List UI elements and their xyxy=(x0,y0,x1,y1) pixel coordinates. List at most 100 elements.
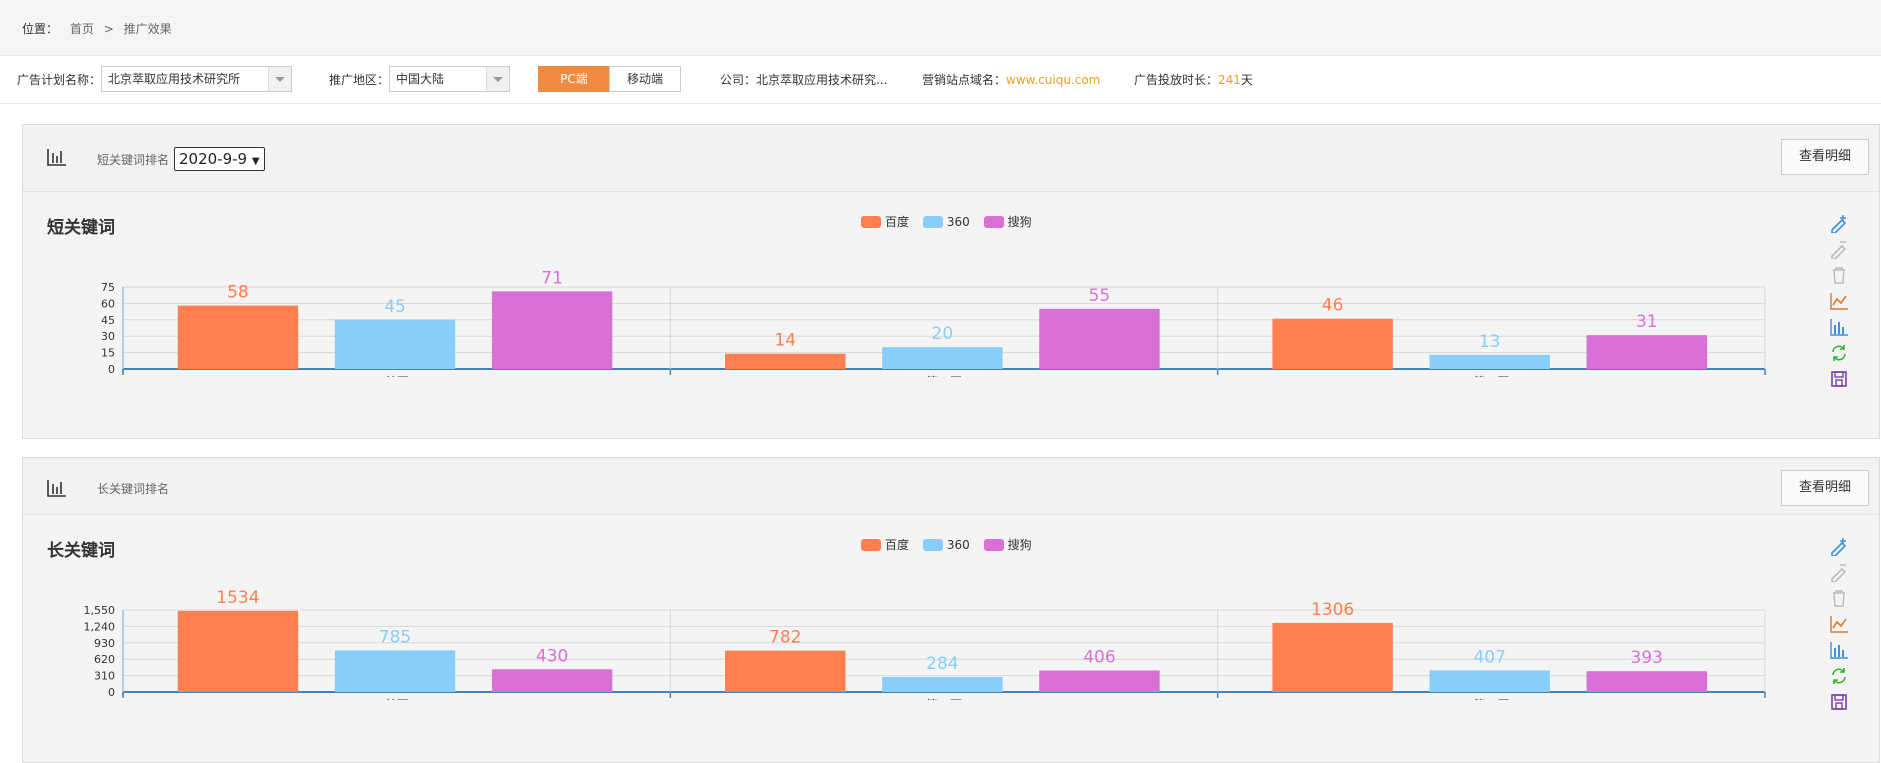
legend-swatch xyxy=(922,216,943,228)
chevron-down-icon: ▼ xyxy=(251,156,260,167)
breadcrumb-separator: > xyxy=(103,22,114,36)
company-value: 北京萃取应用技术研究... xyxy=(756,73,888,87)
short-keyword-panel: 短关键词排名 2020-9-9 ▼ 查看明细 短关键词 百度 360 搜狗 0 1… xyxy=(22,124,1880,439)
legend-label: 百度 xyxy=(885,215,910,229)
save-icon[interactable] xyxy=(1829,369,1849,389)
filter-bar: 广告计划名称： 北京萃取应用技术研究所 推广地区： 中国大陆 PC端 移动端 公… xyxy=(0,56,1881,104)
data-label: 20 xyxy=(932,324,954,344)
line-chart-icon[interactable] xyxy=(1829,614,1849,634)
view-details-button[interactable]: 查看明细 xyxy=(1781,139,1869,175)
region-select[interactable]: 中国大陆 xyxy=(389,66,510,92)
data-label: 430 xyxy=(536,646,568,666)
data-label: 785 xyxy=(379,627,411,647)
platform-pc-button[interactable]: PC端 xyxy=(538,66,610,92)
bar-baidu xyxy=(725,353,846,369)
duration-value: 241 xyxy=(1218,73,1241,87)
duration-label: 广告投放时长： xyxy=(1134,73,1219,87)
breadcrumb-home-link[interactable]: 首页 xyxy=(70,22,94,36)
bar-chart-icon[interactable] xyxy=(1829,317,1849,337)
data-label: 55 xyxy=(1089,286,1111,306)
bar-chart-icon xyxy=(47,149,66,166)
company-label: 公司： xyxy=(720,73,757,87)
y-tick-label: 0 xyxy=(108,363,115,376)
legend-item-sogou[interactable]: 搜狗 xyxy=(983,213,1032,230)
bar-sogou xyxy=(491,669,613,692)
data-label: 393 xyxy=(1631,648,1663,668)
data-label: 1306 xyxy=(1311,600,1354,620)
company-info: 公司：北京萃取应用技术研究... xyxy=(720,68,887,92)
trash-icon xyxy=(1833,267,1845,284)
plan-select-value: 北京萃取应用技术研究所 xyxy=(108,72,241,86)
x-tick-label: 首页 xyxy=(385,375,409,377)
bar-baidu xyxy=(1272,622,1393,692)
bar-sogou xyxy=(1586,335,1707,369)
region-select-value: 中国大陆 xyxy=(396,72,445,86)
trash-icon xyxy=(1833,590,1845,607)
bar-baidu xyxy=(725,650,846,692)
data-label: 406 xyxy=(1083,648,1115,668)
panel-header: 长关键词排名 查看明细 xyxy=(23,458,1879,515)
legend-item-360[interactable]: 360 xyxy=(922,538,970,552)
chevron-down-icon xyxy=(486,67,509,91)
legend-swatch xyxy=(983,216,1004,228)
y-tick-label: 1,550 xyxy=(84,604,116,617)
legend-item-360[interactable]: 360 xyxy=(922,215,970,229)
data-label: 14 xyxy=(774,331,796,351)
legend-label: 搜狗 xyxy=(1007,215,1032,229)
breadcrumb-label: 位置： xyxy=(22,22,59,36)
bar-chart-icon[interactable] xyxy=(1829,640,1849,660)
data-label: 71 xyxy=(541,268,563,288)
legend-swatch xyxy=(861,216,881,228)
data-label: 45 xyxy=(384,297,406,317)
y-tick-label: 620 xyxy=(94,653,115,666)
breadcrumb: 位置： 首页 > 推广效果 xyxy=(0,0,1881,56)
pencil-zoom-icon[interactable] xyxy=(1829,213,1849,233)
legend-label: 搜狗 xyxy=(1007,538,1032,552)
y-tick-label: 15 xyxy=(101,347,115,360)
short-keyword-bar-chart: 0 15 30 45 60 75 首页 58 45 71 第二页 14 20 55 第三页 46 13 31 xyxy=(101,268,1766,377)
refresh-icon[interactable] xyxy=(1829,343,1849,363)
data-label: 284 xyxy=(926,654,958,674)
bar-q360 xyxy=(334,319,456,369)
y-tick-label: 45 xyxy=(101,314,115,327)
legend-item-sogou[interactable]: 搜狗 xyxy=(983,536,1032,553)
refresh-icon[interactable] xyxy=(1829,666,1849,686)
bar-sogou xyxy=(1586,671,1707,692)
chart-title: 长关键词 xyxy=(47,541,115,561)
plan-select[interactable]: 北京萃取应用技术研究所 xyxy=(101,66,292,92)
date-select[interactable]: 2020-9-9 ▼ xyxy=(174,147,265,171)
chevron-down-icon xyxy=(268,67,291,91)
panel-subtitle: 短关键词排名 xyxy=(97,153,170,167)
bar-baidu xyxy=(177,610,299,692)
bar-q360 xyxy=(1429,354,1550,369)
data-label: 46 xyxy=(1322,296,1344,316)
legend-label: 360 xyxy=(946,215,970,229)
panel-subtitle: 长关键词排名 xyxy=(97,482,170,496)
breadcrumb-current: 推广效果 xyxy=(123,22,172,36)
panel-header: 短关键词排名 2020-9-9 ▼ 查看明细 xyxy=(23,125,1879,192)
pencil-zoom-icon[interactable] xyxy=(1829,536,1849,556)
bar-sogou xyxy=(491,291,613,369)
bar-chart-icon xyxy=(47,480,66,497)
x-tick-label: 第三页 xyxy=(1473,698,1509,700)
save-icon[interactable] xyxy=(1829,692,1849,712)
legend-label: 360 xyxy=(946,538,970,552)
pencil-disabled-icon xyxy=(1831,241,1847,259)
y-tick-label: 75 xyxy=(101,281,115,294)
chart-title: 短关键词 xyxy=(47,218,115,238)
legend-item-baidu[interactable]: 百度 xyxy=(861,536,909,553)
view-details-button[interactable]: 查看明细 xyxy=(1781,470,1869,506)
duration-info: 广告投放时长：241天 xyxy=(1134,68,1253,92)
line-chart-icon[interactable] xyxy=(1829,291,1849,311)
chart-toolbox xyxy=(1829,536,1849,718)
bar-sogou xyxy=(1039,670,1160,692)
duration-unit: 天 xyxy=(1240,73,1253,87)
platform-mobile-button[interactable]: 移动端 xyxy=(609,66,681,92)
legend-item-baidu[interactable]: 百度 xyxy=(861,213,909,230)
plan-label: 广告计划名称： xyxy=(17,73,102,87)
bar-baidu xyxy=(1272,318,1393,369)
bar-sogou xyxy=(1039,308,1160,369)
y-tick-label: 60 xyxy=(101,297,115,310)
site-info: 营销站点域名：www.cuiqu.com xyxy=(922,68,1100,92)
site-link[interactable]: www.cuiqu.com xyxy=(1006,73,1100,87)
